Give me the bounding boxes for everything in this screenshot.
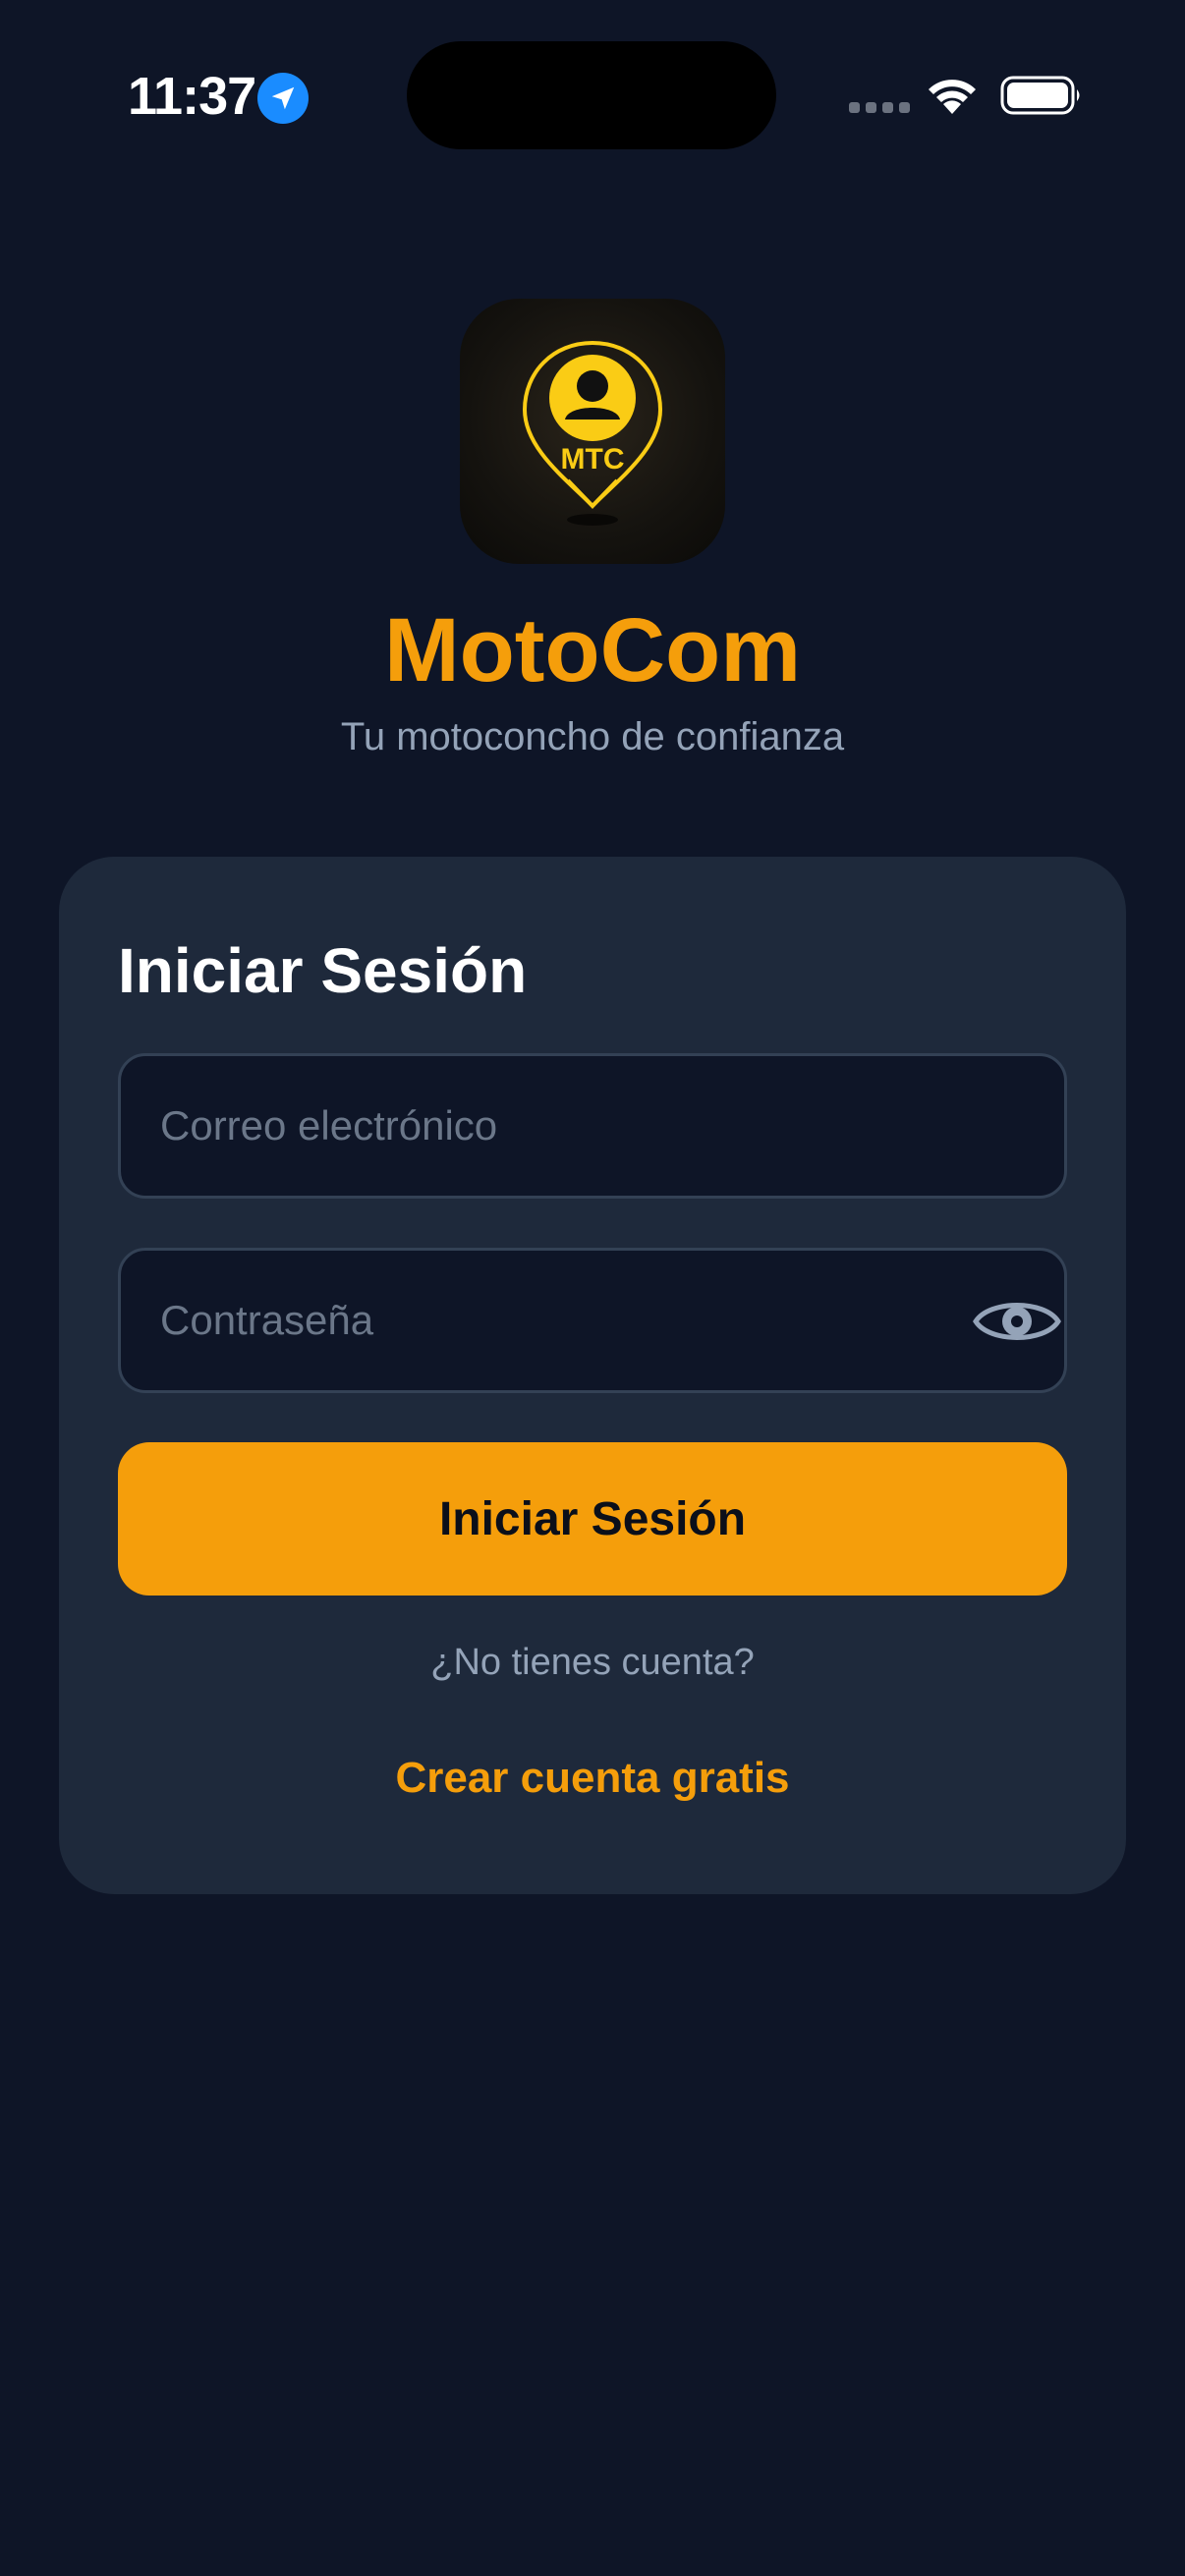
cellular-signal-icon [849, 102, 910, 113]
login-button[interactable]: Iniciar Sesión [118, 1442, 1067, 1596]
battery-icon [1000, 76, 1080, 115]
wifi-icon [929, 80, 976, 114]
login-title: Iniciar Sesión [118, 935, 528, 1006]
map-pin-user-icon: MTC [522, 340, 663, 526]
password-field-container [118, 1248, 1067, 1393]
email-input[interactable] [121, 1056, 1064, 1196]
login-screen: 11:37 MTC MotoCom Tu motoconcho de confi… [0, 0, 1185, 2576]
app-logo: MTC [460, 299, 725, 564]
create-account-link[interactable]: Crear cuenta gratis [59, 1751, 1126, 1806]
email-field-container [118, 1053, 1067, 1199]
app-tagline: Tu motoconcho de confianza [340, 715, 845, 758]
no-account-text: ¿No tienes cuenta? [430, 1642, 755, 1683]
password-input[interactable] [121, 1251, 1064, 1390]
status-bar: 11:37 [0, 0, 1185, 187]
eye-icon[interactable] [970, 1292, 1064, 1351]
dynamic-island [407, 41, 776, 149]
app-name: MotoCom [383, 600, 802, 700]
status-time: 11:37 [128, 67, 256, 126]
login-card: Iniciar Sesión Iniciar Sesión ¿No tienes… [59, 857, 1126, 1894]
location-arrow-icon [257, 73, 309, 124]
svg-text:MTC: MTC [561, 443, 625, 476]
